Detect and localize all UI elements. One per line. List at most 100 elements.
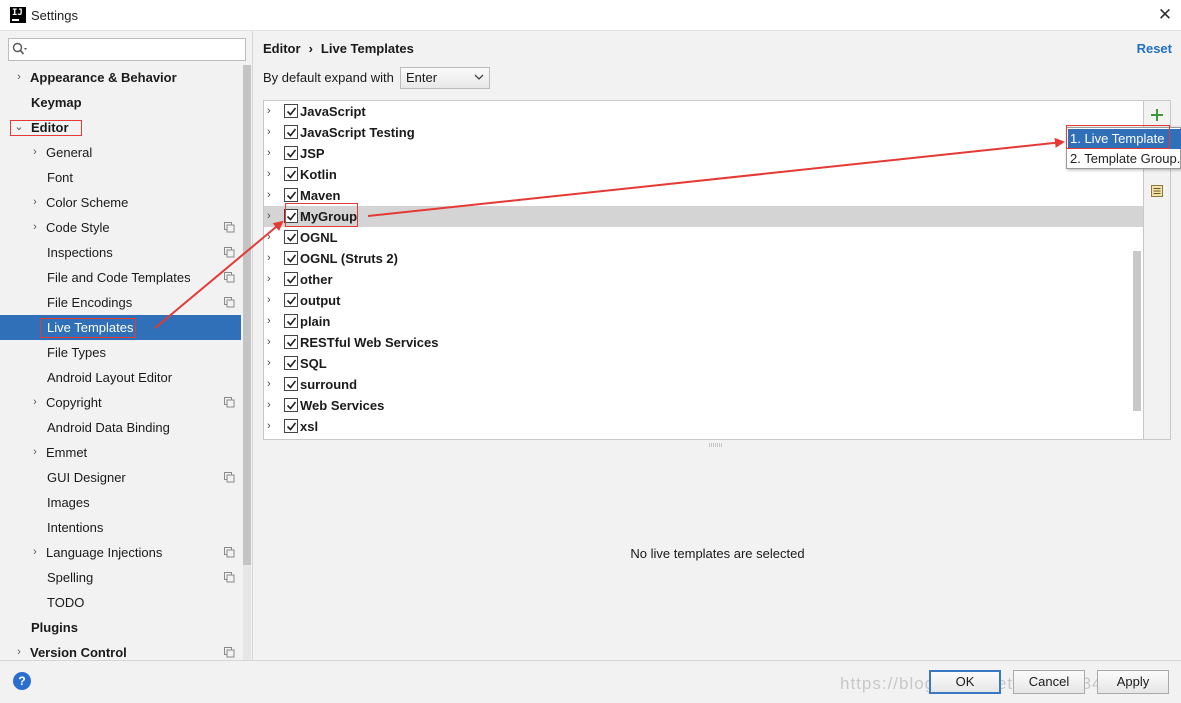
enable-checkbox[interactable] [284,356,298,370]
reset-link[interactable]: Reset [1137,41,1172,56]
settings-sidebar: › Appearance & Behavior Keymap ⌄ Editor … [0,31,253,660]
chevron-right-icon[interactable]: › [29,390,41,415]
template-group-row[interactable]: › OGNL (Struts 2) [264,248,1143,269]
sidebar-item-inspections[interactable]: Inspections [0,240,241,265]
template-group-row[interactable]: › Kotlin [264,164,1143,185]
template-group-row[interactable]: › plain [264,311,1143,332]
enable-checkbox[interactable] [284,314,298,328]
search-input[interactable] [31,41,241,58]
sidebar-item-editor[interactable]: ⌄ Editor [0,115,241,140]
chevron-right-icon[interactable]: › [267,332,277,353]
template-group-row[interactable]: › JavaScript [264,101,1143,122]
sidebar-item-file-encodings[interactable]: File Encodings [0,290,241,315]
chevron-right-icon[interactable]: › [267,122,277,143]
close-button[interactable]: ✕ [1155,5,1175,25]
template-group-row[interactable]: › SQL [264,353,1143,374]
help-icon[interactable]: ? [13,672,31,690]
sidebar-item-file-types[interactable]: File Types [0,340,241,365]
sidebar-item-intentions[interactable]: Intentions [0,515,241,540]
template-group-row[interactable]: › JavaScript Testing [264,122,1143,143]
sidebar-item-spelling[interactable]: Spelling [0,565,241,590]
template-group-row[interactable]: › MyGroup [264,206,1143,227]
chevron-right-icon[interactable]: › [267,416,277,437]
chevron-right-icon[interactable]: › [267,143,277,164]
sidebar-item-code-style[interactable]: › Code Style [0,215,241,240]
sidebar-item-appearance-behavior[interactable]: › Appearance & Behavior [0,65,241,90]
cancel-button[interactable]: Cancel [1013,670,1085,694]
enable-checkbox[interactable] [284,188,298,202]
sidebar-scrollbar[interactable] [243,65,251,660]
popup-item-template-group[interactable]: 2. Template Group... [1068,149,1181,169]
chevron-right-icon[interactable]: › [29,440,41,465]
enable-checkbox[interactable] [284,377,298,391]
add-icon[interactable] [1149,107,1165,123]
chevron-down-icon[interactable]: ⌄ [13,115,25,140]
sidebar-item-copyright[interactable]: › Copyright [0,390,241,415]
template-group-row[interactable]: › other [264,269,1143,290]
enable-checkbox[interactable] [284,104,298,118]
edit-template-icon[interactable] [1149,183,1165,199]
sidebar-item-android-data-binding[interactable]: Android Data Binding [0,415,241,440]
chevron-right-icon[interactable]: › [267,227,277,248]
template-group-label: OGNL [300,230,338,245]
enable-checkbox[interactable] [284,209,298,223]
chevron-right-icon[interactable]: › [267,290,277,311]
template-group-row[interactable]: › OGNL [264,227,1143,248]
enable-checkbox[interactable] [284,293,298,307]
sidebar-item-label: Spelling [47,570,94,585]
chevron-right-icon[interactable]: › [267,248,277,269]
chevron-right-icon[interactable]: › [267,101,277,122]
chevron-right-icon[interactable]: › [29,215,41,240]
chevron-right-icon[interactable]: › [267,374,277,395]
chevron-right-icon[interactable]: › [267,185,277,206]
popup-item-live-template[interactable]: 1. Live Template [1068,129,1181,149]
enable-checkbox[interactable] [284,398,298,412]
chevron-right-icon[interactable]: › [267,164,277,185]
template-group-row[interactable]: › xsl [264,416,1143,437]
sidebar-item-live-templates[interactable]: Live Templates [0,315,241,340]
chevron-right-icon[interactable]: › [267,311,277,332]
sidebar-item-emmet[interactable]: › Emmet [0,440,241,465]
sidebar-item-language-injections[interactable]: › Language Injections [0,540,241,565]
enable-checkbox[interactable] [284,146,298,160]
sidebar-item-file-code-templates[interactable]: File and Code Templates [0,265,241,290]
template-group-row[interactable]: › JSP [264,143,1143,164]
apply-button[interactable]: Apply [1097,670,1169,694]
template-group-row[interactable]: › Maven [264,185,1143,206]
chevron-right-icon[interactable]: › [13,65,25,90]
template-group-row[interactable]: › surround [264,374,1143,395]
sidebar-item-keymap[interactable]: Keymap [0,90,241,115]
expand-select[interactable]: Enter [400,67,490,89]
ok-button[interactable]: OK [929,670,1001,694]
template-list-scrollbar[interactable] [1133,251,1141,411]
enable-checkbox[interactable] [284,335,298,349]
chevron-right-icon[interactable]: › [29,140,41,165]
chevron-right-icon[interactable]: › [267,269,277,290]
template-group-row[interactable]: › RESTful Web Services [264,332,1143,353]
enable-checkbox[interactable] [284,230,298,244]
breadcrumb-parent[interactable]: Editor [263,41,301,56]
enable-checkbox[interactable] [284,251,298,265]
chevron-right-icon[interactable]: › [267,353,277,374]
sidebar-item-plugins[interactable]: Plugins [0,615,241,640]
sidebar-item-general[interactable]: › General [0,140,241,165]
sidebar-item-android-layout-editor[interactable]: Android Layout Editor [0,365,241,390]
chevron-right-icon[interactable]: › [267,395,277,416]
template-group-row[interactable]: › output [264,290,1143,311]
template-group-row[interactable]: › Web Services [264,395,1143,416]
chevron-right-icon[interactable]: › [29,190,41,215]
sidebar-item-images[interactable]: Images [0,490,241,515]
sidebar-item-font[interactable]: Font [0,165,241,190]
panel-splitter-grip[interactable] [709,443,723,447]
enable-checkbox[interactable] [284,419,298,433]
chevron-right-icon[interactable]: › [29,540,41,565]
sidebar-item-color-scheme[interactable]: › Color Scheme [0,190,241,215]
sidebar-scrollbar-thumb[interactable] [243,65,251,565]
search-box[interactable] [8,38,246,61]
chevron-right-icon[interactable]: › [267,206,277,227]
enable-checkbox[interactable] [284,167,298,181]
sidebar-item-gui-designer[interactable]: GUI Designer [0,465,241,490]
enable-checkbox[interactable] [284,272,298,286]
sidebar-item-todo[interactable]: TODO [0,590,241,615]
enable-checkbox[interactable] [284,125,298,139]
